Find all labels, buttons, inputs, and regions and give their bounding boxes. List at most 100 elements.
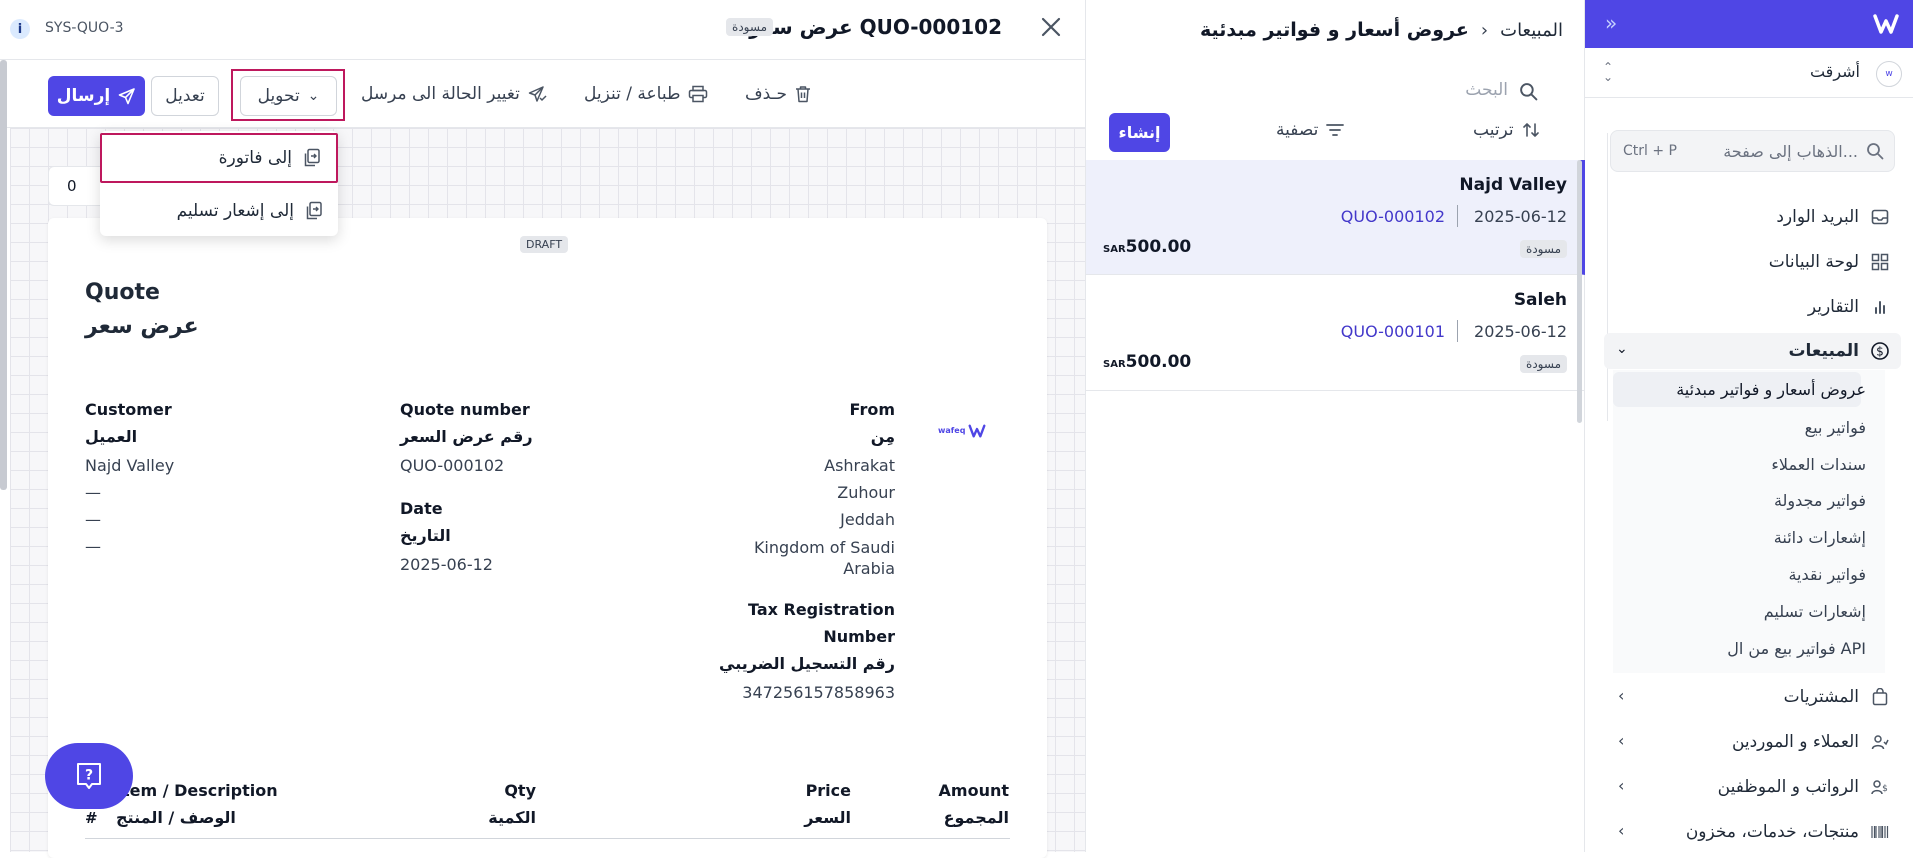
scrollbar[interactable]: [1577, 160, 1582, 423]
col-hash: #: [85, 809, 98, 827]
list-item[interactable]: Najd Valley 2025-06-12 QUO-000102 SAR500…: [1086, 160, 1585, 275]
doc-title-en: Quote: [85, 280, 160, 305]
submenu-customer-receipts[interactable]: سندات العملاء: [1771, 455, 1866, 474]
info-icon[interactable]: i: [10, 19, 30, 39]
barcode-icon: [1869, 821, 1891, 843]
card-amount: 500.00: [1125, 352, 1192, 372]
submenu-credit-notes[interactable]: إشعارات دائنة: [1774, 528, 1866, 547]
list-item[interactable]: Saleh 2025-06-12 QUO-000101 SAR500.00 مس…: [1086, 276, 1585, 391]
filter-button[interactable]: تصفية: [1276, 120, 1345, 140]
svg-text:$: $: [1882, 784, 1888, 794]
org-switcher[interactable]: ⌃ ⌄ أشرقت w: [1585, 48, 1913, 98]
separator: [1457, 320, 1458, 342]
help-button[interactable]: ?: [45, 743, 133, 809]
chevron-left-icon: ‹: [1618, 776, 1625, 795]
col-amount-ar: المجموع: [943, 808, 1009, 827]
quote-date: 2025-06-12: [400, 555, 493, 574]
list-search-input[interactable]: البحث: [1106, 78, 1546, 106]
sidebar-item-purchases[interactable]: ‹ المشتريات: [1604, 679, 1901, 715]
change-status-label: تغيير الحالة الى مرسل: [361, 84, 520, 104]
quote-document: DRAFT Quote عرض سعر Customer العميل Najd…: [48, 218, 1047, 858]
inbox-icon: [1869, 206, 1891, 228]
status-badge: مسودة: [1520, 240, 1567, 258]
sidebar-item-sales[interactable]: ⌄ المبيعات $: [1604, 333, 1901, 369]
submenu-quotes[interactable]: عروض أسعار و فواتير مبدئية: [1676, 380, 1866, 399]
send-check-icon: [528, 85, 548, 103]
convert-button[interactable]: تحويل ⌄: [240, 76, 337, 116]
dollar-circle-icon: $: [1869, 340, 1891, 362]
print-button[interactable]: طباعة / تنزيل: [584, 84, 708, 104]
printer-icon: [688, 85, 708, 103]
draft-badge: DRAFT: [520, 236, 569, 253]
trash-icon: [795, 85, 811, 103]
convert-to-invoice-item[interactable]: إلى فاتورة: [100, 133, 338, 183]
submenu-scheduled-invoices[interactable]: فواتير مجدولة: [1774, 491, 1866, 510]
delete-button[interactable]: حـذف: [745, 84, 811, 104]
col-amount-en: Amount: [938, 781, 1009, 800]
delete-label: حـذف: [745, 84, 788, 104]
sidebar-item-label: التقارير: [1807, 297, 1859, 317]
submenu-delivery-notes[interactable]: إشعارات تسليم: [1764, 602, 1866, 621]
card-customer: Saleh: [1513, 290, 1567, 310]
send-button[interactable]: إرسال: [48, 76, 145, 116]
help-question-icon: ?: [75, 761, 103, 791]
sales-submenu: [1613, 370, 1885, 673]
sidebar: » ⌃ ⌄ أشرقت w Ctrl + P الذهاب إلى صفحة...…: [1584, 0, 1913, 852]
close-icon[interactable]: [1040, 16, 1062, 38]
change-status-button[interactable]: تغيير الحالة الى مرسل: [361, 84, 548, 104]
quotes-list-panel: عروض أسعار و فواتير مبدئية › المبيعات ال…: [1085, 0, 1585, 852]
users-icon: [1869, 731, 1891, 753]
date-label-en: Date: [400, 499, 443, 518]
logo-text: wafeq: [938, 426, 966, 435]
from-line: Jeddah: [840, 510, 895, 529]
chevron-left-icon: ‹: [1618, 821, 1625, 840]
org-avatar: w: [1876, 61, 1902, 87]
col-item-ar: الوصف / المنتج: [116, 808, 236, 827]
sidebar-item-label: البريد الوارد: [1776, 207, 1859, 227]
card-number[interactable]: QUO-000101: [1341, 322, 1445, 341]
date-label-ar: التاريخ: [400, 526, 451, 545]
card-date: 2025-06-12: [1474, 322, 1567, 341]
sidebar-item-payroll[interactable]: ‹ الرواتب و الموظفين $: [1604, 769, 1901, 805]
filter-icon: [1326, 123, 1345, 137]
scrollbar[interactable]: [0, 60, 7, 490]
sidebar-item-products[interactable]: ‹ منتجات، خدمات، مخزون: [1604, 814, 1901, 850]
svg-text:$: $: [1876, 345, 1884, 359]
card-customer: Najd Valley: [1459, 175, 1567, 195]
card-amount: 500.00: [1125, 237, 1192, 257]
page-title: عرض سعر QUO-000102: [749, 15, 1002, 39]
page-search-input[interactable]: Ctrl + P الذهاب إلى صفحة...: [1610, 130, 1895, 172]
bar-chart-icon: [1869, 296, 1891, 318]
card-number[interactable]: QUO-000102: [1341, 207, 1445, 226]
convert-label: تحويل: [257, 86, 300, 106]
customer-name: Najd Valley: [85, 456, 175, 475]
sidebar-item-label: الرواتب و الموظفين: [1717, 777, 1859, 797]
submenu-sales-invoices[interactable]: فواتير بيع: [1805, 418, 1866, 437]
list-search-placeholder: البحث: [1465, 80, 1508, 100]
col-qty-ar: الكمية: [488, 808, 536, 827]
customer-line: —: [85, 483, 101, 502]
convert-to-delivery-note-item[interactable]: إلى إشعار تسليم: [100, 186, 338, 236]
sidebar-item-contacts[interactable]: ‹ العملاء و الموردين: [1604, 724, 1901, 760]
edit-button[interactable]: تعديل: [151, 76, 219, 116]
double-chevron-right-icon[interactable]: »: [1605, 13, 1617, 33]
status-badge: مسودة: [1520, 355, 1567, 373]
breadcrumb: عروض أسعار و فواتير مبدئية › المبيعات: [1086, 0, 1585, 60]
card-date: 2025-06-12: [1474, 207, 1567, 226]
sidebar-item-inbox[interactable]: البريد الوارد: [1604, 199, 1901, 235]
breadcrumb-current: عروض أسعار و فواتير مبدئية: [1200, 19, 1469, 41]
submenu-api-invoices[interactable]: فواتير بيع من ال API: [1727, 639, 1866, 658]
sort-button[interactable]: ترتيب: [1473, 120, 1540, 140]
sidebar-item-reports[interactable]: التقارير: [1604, 289, 1901, 325]
quote-number: QUO-000102: [400, 456, 505, 475]
separator: [1457, 205, 1458, 227]
from-label-ar: مِن: [870, 427, 895, 446]
from-line: Arabia: [843, 559, 895, 578]
customer-line: —: [85, 510, 101, 529]
from-line: Ashrakat: [824, 456, 895, 475]
sidebar-item-dashboard[interactable]: لوحة البيانات: [1604, 244, 1901, 280]
breadcrumb-parent[interactable]: المبيعات: [1500, 20, 1563, 41]
submenu-cash-invoices[interactable]: فواتير نقدية: [1788, 565, 1866, 584]
divider: [85, 838, 1010, 839]
create-button[interactable]: إنشاء: [1109, 113, 1170, 152]
